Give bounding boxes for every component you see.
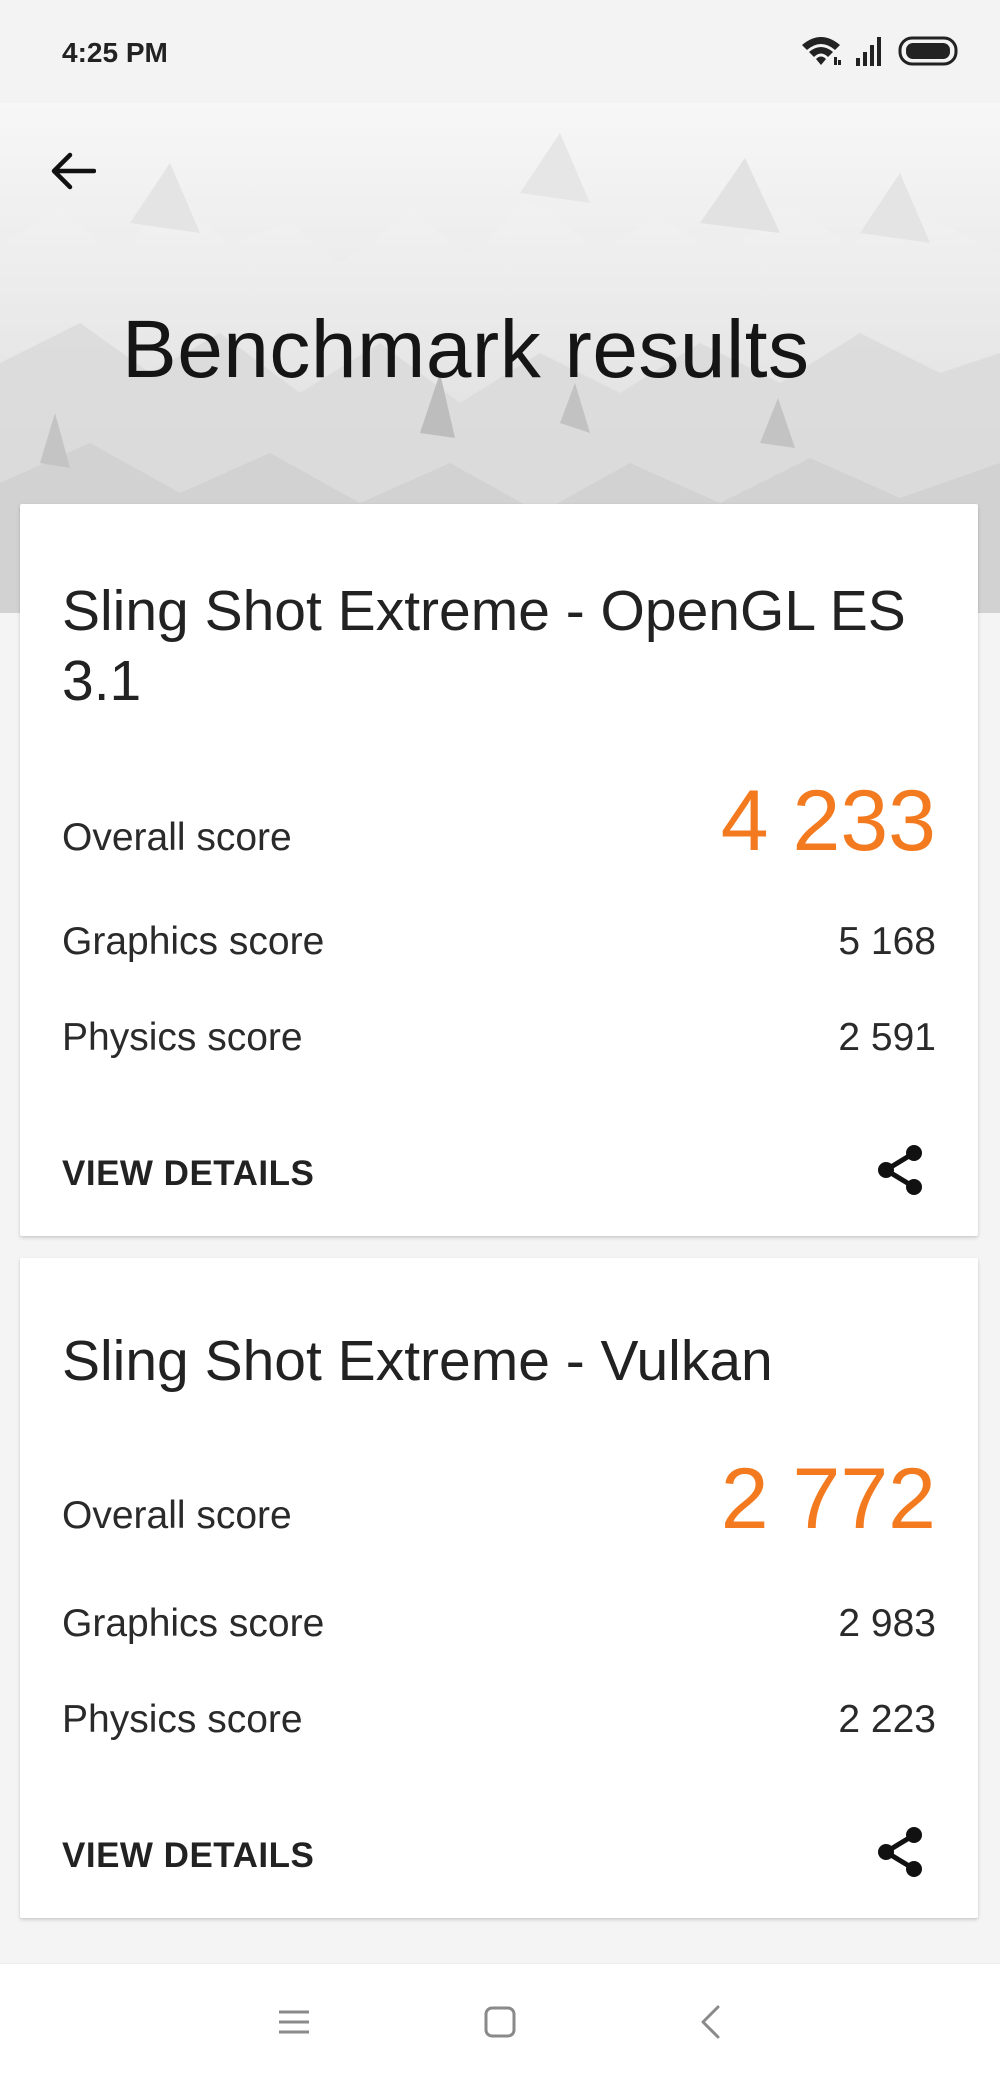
overall-score-row: Overall score 4 233 (62, 772, 936, 871)
physics-score-row: Physics score 2 591 (62, 1016, 936, 1060)
overall-score-label: Overall score (62, 816, 292, 859)
graphics-score-label: Graphics score (62, 1602, 325, 1645)
graphics-score-label: Graphics score (62, 920, 325, 963)
status-icons (800, 34, 962, 72)
result-card-opengl: Sling Shot Extreme - OpenGL ES 3.1 Overa… (20, 504, 978, 1236)
graphics-score-value: 2 983 (838, 1602, 936, 1645)
recent-apps-button[interactable] (264, 1994, 324, 2054)
test-name: Sling Shot Extreme - Vulkan (62, 1329, 773, 1393)
arrow-left-icon (50, 151, 97, 196)
physics-score-row: Physics score 2 223 (62, 1698, 936, 1742)
status-bar: 4:25 PM (0, 0, 1000, 103)
graphics-score-row: Graphics score 2 983 (62, 1602, 936, 1646)
page-title: Benchmark results (122, 304, 810, 395)
signal-icon (854, 36, 886, 71)
physics-score-value: 2 223 (838, 1698, 936, 1741)
result-card-vulkan: Sling Shot Extreme - Vulkan Overall scor… (20, 1258, 978, 1918)
overall-score-value: 2 772 (720, 1451, 936, 1547)
view-details-button[interactable]: VIEW DETAILS (62, 1836, 314, 1876)
overall-score-label: Overall score (62, 1494, 292, 1537)
physics-score-label: Physics score (62, 1016, 303, 1059)
system-nav-bar (0, 1963, 1000, 2082)
graphics-score-value: 5 168 (838, 920, 936, 963)
share-button[interactable] (870, 1142, 930, 1202)
home-button[interactable] (470, 1994, 530, 2054)
system-back-button[interactable] (680, 1994, 740, 2054)
overall-score-value: 4 233 (720, 773, 936, 869)
test-name: Sling Shot Extreme - OpenGL ES 3.1 (62, 579, 906, 713)
menu-icon (277, 2008, 311, 2041)
share-icon (874, 1825, 926, 1884)
overall-score-row: Overall score 2 772 (62, 1450, 936, 1549)
home-icon (483, 2005, 517, 2044)
physics-score-value: 2 591 (838, 1016, 936, 1059)
share-button[interactable] (870, 1824, 930, 1884)
physics-score-label: Physics score (62, 1698, 303, 1741)
battery-icon (898, 36, 962, 71)
wifi-icon (800, 35, 842, 72)
share-icon (874, 1143, 926, 1202)
view-details-button[interactable]: VIEW DETAILS (62, 1154, 314, 1194)
back-button[interactable] (40, 140, 106, 206)
back-icon (698, 2004, 722, 2045)
graphics-score-row: Graphics score 5 168 (62, 920, 936, 964)
status-time: 4:25 PM (62, 37, 168, 68)
